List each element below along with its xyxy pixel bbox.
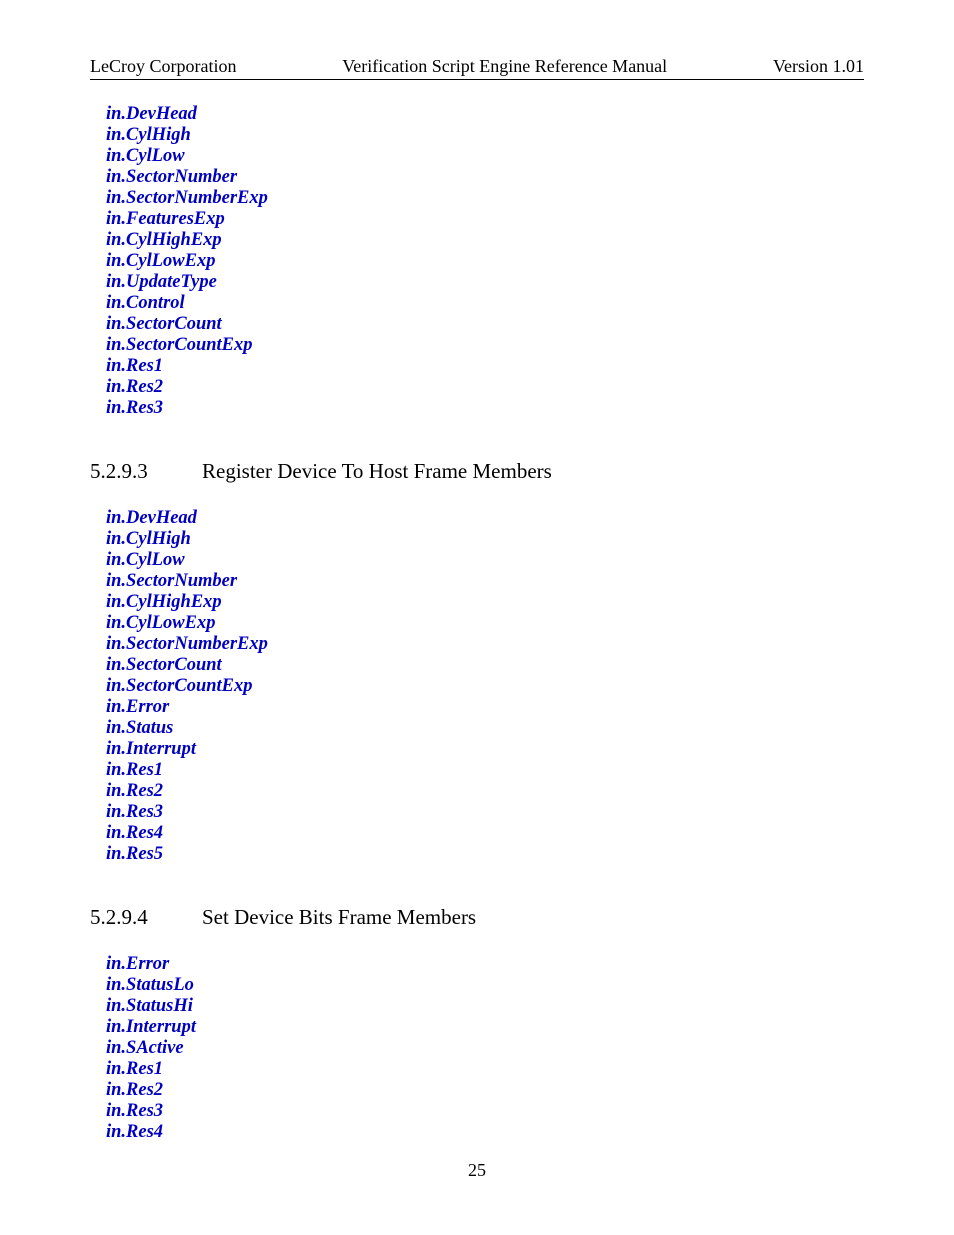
member-item: in.UpdateType [106, 272, 864, 293]
member-item: in.Res2 [106, 377, 864, 398]
member-item: in.Res2 [106, 781, 864, 802]
member-item: in.CylLow [106, 146, 864, 167]
member-item: in.StatusHi [106, 996, 864, 1017]
page-header: LeCroy Corporation Verification Script E… [90, 56, 864, 80]
member-item: in.Res4 [106, 823, 864, 844]
member-item: in.SectorNumberExp [106, 188, 864, 209]
header-right: Version 1.01 [773, 56, 864, 77]
member-item: in.Res3 [106, 1101, 864, 1122]
member-item: in.SectorCountExp [106, 335, 864, 356]
member-item: in.Res1 [106, 356, 864, 377]
member-item: in.Error [106, 697, 864, 718]
member-item: in.Res4 [106, 1122, 864, 1143]
member-item: in.Control [106, 293, 864, 314]
member-item: in.SActive [106, 1038, 864, 1059]
member-list-3: in.Errorin.StatusLoin.StatusHiin.Interru… [106, 954, 864, 1143]
section-title: Set Device Bits Frame Members [202, 905, 864, 930]
header-left: LeCroy Corporation [90, 56, 236, 77]
member-item: in.SectorCount [106, 314, 864, 335]
member-list-1: in.DevHeadin.CylHighin.CylLowin.SectorNu… [106, 104, 864, 419]
member-item: in.StatusLo [106, 975, 864, 996]
member-item: in.Res2 [106, 1080, 864, 1101]
member-item: in.SectorNumber [106, 167, 864, 188]
member-item: in.FeaturesExp [106, 209, 864, 230]
section-heading-5-2-9-4: 5.2.9.4 Set Device Bits Frame Members [90, 905, 864, 930]
member-item: in.SectorNumberExp [106, 634, 864, 655]
page-number: 25 [0, 1160, 954, 1181]
member-item: in.Res1 [106, 1059, 864, 1080]
member-item: in.CylLowExp [106, 251, 864, 272]
member-item: in.Res3 [106, 398, 864, 419]
member-item: in.CylHigh [106, 529, 864, 550]
member-item: in.Status [106, 718, 864, 739]
member-list-2: in.DevHeadin.CylHighin.CylLowin.SectorNu… [106, 508, 864, 865]
member-item: in.Interrupt [106, 1017, 864, 1038]
member-item: in.Res1 [106, 760, 864, 781]
member-item: in.DevHead [106, 508, 864, 529]
member-item: in.Res3 [106, 802, 864, 823]
member-item: in.SectorNumber [106, 571, 864, 592]
member-item: in.SectorCountExp [106, 676, 864, 697]
member-item: in.CylHigh [106, 125, 864, 146]
member-item: in.Interrupt [106, 739, 864, 760]
section-number: 5.2.9.3 [90, 459, 202, 484]
member-item: in.CylHighExp [106, 592, 864, 613]
page-container: LeCroy Corporation Verification Script E… [0, 0, 954, 1143]
section-number: 5.2.9.4 [90, 905, 202, 930]
header-center: Verification Script Engine Reference Man… [342, 56, 667, 77]
member-item: in.CylLow [106, 550, 864, 571]
member-item: in.Res5 [106, 844, 864, 865]
section-title: Register Device To Host Frame Members [202, 459, 864, 484]
member-item: in.CylHighExp [106, 230, 864, 251]
member-item: in.Error [106, 954, 864, 975]
section-heading-5-2-9-3: 5.2.9.3 Register Device To Host Frame Me… [90, 459, 864, 484]
member-item: in.CylLowExp [106, 613, 864, 634]
member-item: in.SectorCount [106, 655, 864, 676]
member-item: in.DevHead [106, 104, 864, 125]
